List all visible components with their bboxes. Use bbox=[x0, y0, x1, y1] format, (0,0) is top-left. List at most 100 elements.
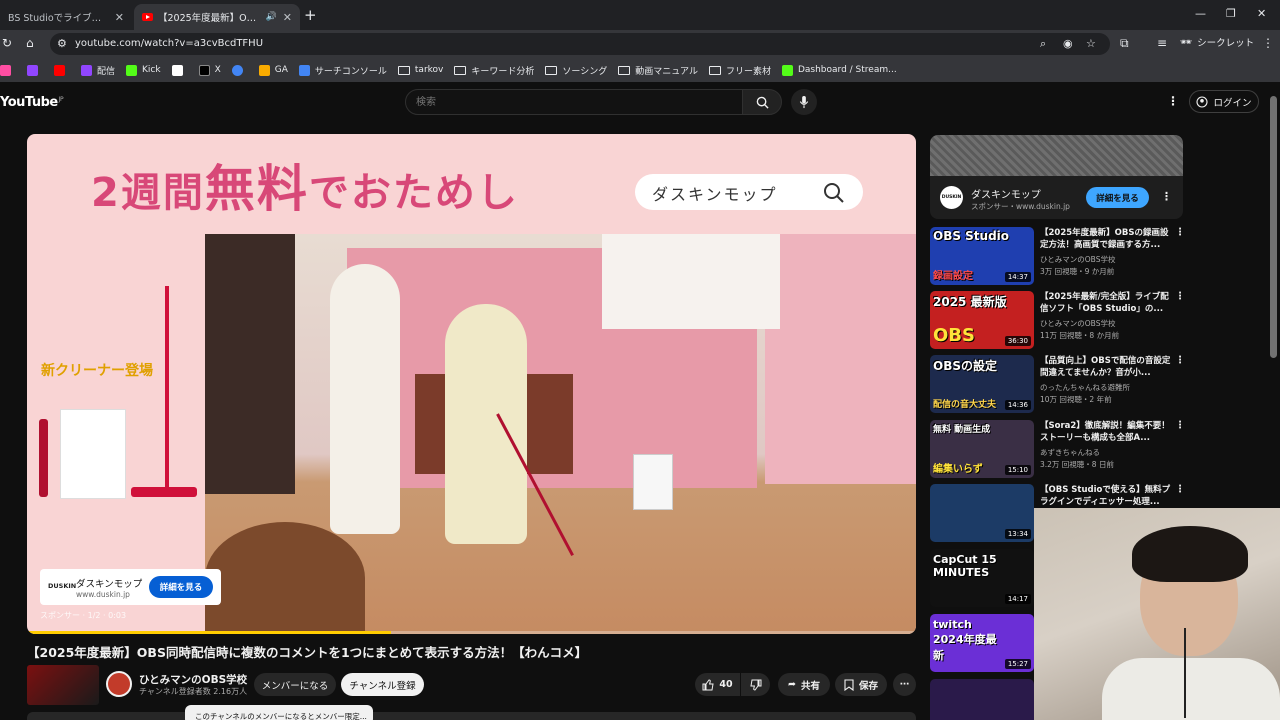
like-button[interactable]: 40 bbox=[695, 673, 740, 696]
media-controls-icon[interactable]: ≡ bbox=[1157, 36, 1167, 50]
ad-progress-bar[interactable] bbox=[27, 631, 916, 634]
minimize-button[interactable]: — bbox=[1195, 7, 1206, 20]
close-window-button[interactable]: ✕ bbox=[1257, 7, 1266, 20]
bookmark-folder[interactable]: フリー素材 bbox=[708, 64, 771, 77]
search-box[interactable] bbox=[405, 89, 743, 115]
membership-tooltip: このチャンネルのメンバーになるとメンバー限定... bbox=[185, 705, 373, 720]
description-box[interactable] bbox=[27, 712, 916, 720]
ad-info-card[interactable]: DUSKIN ダスキンモップ www.duskin.jp 詳細を見る bbox=[40, 569, 221, 605]
bookmark-item[interactable]: Kick bbox=[126, 64, 161, 76]
channel-avatar[interactable] bbox=[106, 671, 132, 697]
bookmark-item[interactable]: Dashboard / Stream... bbox=[781, 64, 897, 76]
bookmark-folder[interactable]: キーワード分析 bbox=[454, 64, 534, 77]
video-title[interactable]: 【2025年最新/完全版】ライブ配信ソフト「OBS Studio」の... bbox=[1040, 291, 1174, 315]
share-button[interactable]: ➦ 共有 bbox=[778, 673, 830, 696]
video-menu-icon[interactable]: ⋮ bbox=[1175, 355, 1185, 366]
bookmark-item[interactable] bbox=[231, 64, 248, 76]
incognito-indicator[interactable]: 🕶 シークレット bbox=[1180, 35, 1254, 50]
browser-tab-active[interactable]: 【2025年度最新】OBS同時配 🔊 ✕ bbox=[134, 4, 300, 30]
search-icon bbox=[824, 183, 844, 203]
ad-details-button[interactable]: 詳細を見る bbox=[149, 576, 213, 598]
streamer-hair bbox=[1132, 526, 1248, 582]
speaker-icon[interactable]: 🔊 bbox=[266, 12, 277, 22]
video-thumbnail[interactable]: OBS Studio 録画設定 14:37 bbox=[930, 227, 1034, 285]
close-tab-icon[interactable]: ✕ bbox=[283, 11, 292, 24]
ad-details-button[interactable]: 詳細を見る bbox=[1086, 187, 1149, 208]
bookmark-item[interactable] bbox=[27, 64, 43, 76]
channel-name[interactable]: ひとみマンのOBS学校 bbox=[1040, 318, 1115, 329]
home-icon[interactable]: ⌂ bbox=[26, 36, 34, 50]
bookmark-item[interactable]: 配信 bbox=[81, 64, 115, 77]
bookmark-item[interactable] bbox=[0, 64, 16, 76]
bookmark-item[interactable] bbox=[171, 64, 188, 76]
browser-tab[interactable]: BS Studioでライブ視聴者数を確 ✕ bbox=[0, 4, 132, 30]
sidebar-ad-banner[interactable] bbox=[930, 135, 1183, 176]
recommended-video[interactable]: OBS Studio 録画設定 14:37 【2025年度最新】OBSの録画設定… bbox=[930, 227, 1190, 289]
video-thumbnail[interactable]: CapCut 15 MINUTES 14:17 bbox=[930, 549, 1034, 607]
video-thumbnail[interactable]: OBSの設定 配信の音大丈夫 14:36 bbox=[930, 355, 1034, 413]
channel-name[interactable]: あずきちゃんねる bbox=[1040, 447, 1100, 458]
video-player[interactable]: 2週間無料でおためし ダスキンモップ 新クリーナー登場 DUSKIN ダスキンモ… bbox=[27, 134, 916, 634]
url-text[interactable]: youtube.com/watch?v=a3cvBcdTFHU bbox=[75, 38, 263, 49]
join-membership-button[interactable]: メンバーになる bbox=[254, 673, 336, 696]
close-tab-icon[interactable]: ✕ bbox=[115, 11, 124, 24]
youtube-logo[interactable]: YouTubeJP bbox=[0, 95, 64, 110]
tracking-protection-icon[interactable]: ◉ bbox=[1063, 37, 1073, 50]
site-info-icon[interactable]: ⚙ bbox=[57, 37, 67, 50]
reload-icon[interactable]: ↻ bbox=[2, 36, 12, 50]
video-menu-icon[interactable]: ⋮ bbox=[1175, 291, 1185, 302]
video-title[interactable]: 【品質向上】OBSで配信の音設定間違えてませんか？音が小... bbox=[1040, 355, 1174, 379]
restore-button[interactable]: ❐ bbox=[1226, 7, 1236, 20]
channel-name[interactable]: ひとみマンのOBS学校 bbox=[139, 672, 247, 687]
bookmark-item[interactable]: GA bbox=[258, 64, 288, 76]
channel-name[interactable]: のったんちゃんねる避難所 bbox=[1040, 382, 1130, 393]
recommended-video[interactable]: 無料 動画生成 編集いらず 15:10 【Sora2】徹底解説！編集不要！ストー… bbox=[930, 420, 1190, 482]
video-title[interactable]: 【OBS Studioで使える】無料プラグインでディエッサー処理... bbox=[1040, 484, 1174, 508]
video-title[interactable]: 【2025年度最新】OBSの録画設定方法！高画質で録画する方... bbox=[1040, 227, 1174, 251]
sidebar-ad[interactable]: DUSKIN ダスキンモップ スポンサー・www.duskin.jp 詳細を見る… bbox=[930, 135, 1183, 219]
bookmark-item[interactable]: サーチコンソール bbox=[298, 64, 387, 77]
save-button[interactable]: 保存 bbox=[835, 673, 887, 696]
video-title[interactable]: 【Sora2】徹底解説！編集不要！ストーリーも構成も全部A... bbox=[1040, 420, 1174, 444]
video-duration: 14:17 bbox=[1004, 594, 1031, 604]
new-tab-button[interactable]: + bbox=[304, 6, 317, 24]
bookmark-item[interactable] bbox=[54, 64, 70, 76]
video-duration: 36:30 bbox=[1004, 336, 1031, 346]
settings-menu-icon[interactable]: ⋮ bbox=[1167, 94, 1179, 108]
browser-menu-icon[interactable]: ⋮ bbox=[1262, 36, 1274, 50]
video-menu-icon[interactable]: ⋮ bbox=[1175, 484, 1185, 495]
search-input[interactable] bbox=[416, 95, 716, 109]
video-title: 【2025年度最新】OBS同時配信時に複数のコメントを1つにまとめて表示する方法… bbox=[27, 645, 588, 660]
ad-menu-icon[interactable]: ⋮ bbox=[1161, 190, 1172, 203]
more-actions-button[interactable]: ⋯ bbox=[893, 673, 916, 696]
search-button[interactable] bbox=[742, 89, 782, 115]
bookmark-folder[interactable]: ソーシング bbox=[545, 64, 607, 77]
subscribe-button[interactable]: チャンネル登録 bbox=[341, 673, 424, 696]
omnibox[interactable]: ⚙ youtube.com/watch?v=a3cvBcdTFHU ⌕ ◉ ☆ bbox=[50, 33, 1110, 55]
recommended-video[interactable]: 2025 最新版 OBS 36:30 【2025年最新/完全版】ライブ配信ソフト… bbox=[930, 291, 1190, 353]
bookmark-folder[interactable]: 動画マニュアル bbox=[618, 64, 698, 77]
youtube-favicon-icon bbox=[142, 13, 153, 21]
bookmark-item[interactable]: X bbox=[198, 64, 221, 76]
video-thumbnail[interactable] bbox=[930, 679, 1034, 720]
video-thumbnail[interactable]: twitch 2024年度最新 15:27 bbox=[930, 614, 1034, 672]
twitch-icon bbox=[81, 64, 92, 76]
bookmark-star-icon[interactable]: ☆ bbox=[1086, 37, 1096, 50]
address-bar: ↻ ⌂ ⚙ youtube.com/watch?v=a3cvBcdTFHU ⌕ … bbox=[0, 30, 1280, 58]
video-thumbnail[interactable]: 2025 最新版 OBS 36:30 bbox=[930, 291, 1034, 349]
recommended-video[interactable]: OBSの設定 配信の音大丈夫 14:36 【品質向上】OBSで配信の音設定間違え… bbox=[930, 355, 1190, 417]
zoom-icon[interactable]: ⌕ bbox=[1040, 37, 1046, 51]
login-button[interactable]: ログイン bbox=[1189, 90, 1259, 113]
voice-search-button[interactable] bbox=[791, 89, 817, 115]
dislike-button[interactable] bbox=[741, 673, 770, 696]
channel-name[interactable]: ひとみマンのOBS学校 bbox=[1040, 254, 1115, 265]
video-thumbnail[interactable]: 13:34 bbox=[930, 484, 1034, 542]
x-icon bbox=[198, 64, 210, 76]
video-menu-icon[interactable]: ⋮ bbox=[1175, 227, 1185, 238]
page-scrollbar[interactable] bbox=[1270, 96, 1277, 358]
extensions-icon[interactable]: ⧉ bbox=[1120, 36, 1129, 51]
video-menu-icon[interactable]: ⋮ bbox=[1175, 420, 1185, 431]
video-thumbnail[interactable]: 無料 動画生成 編集いらず 15:10 bbox=[930, 420, 1034, 478]
folder-icon bbox=[454, 65, 467, 75]
bookmark-folder[interactable]: tarkov bbox=[397, 65, 443, 75]
